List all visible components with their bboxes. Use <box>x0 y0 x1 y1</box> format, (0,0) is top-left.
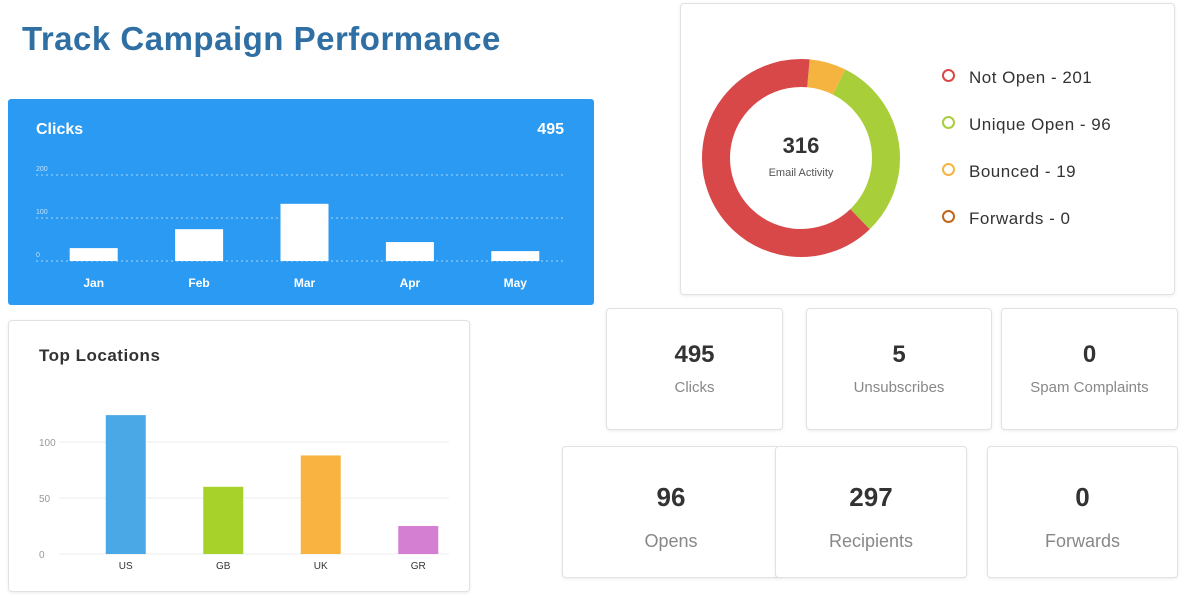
page-title: Track Campaign Performance <box>22 20 501 57</box>
stat-value: 495 <box>674 341 715 368</box>
stat-label: Forwards <box>1044 531 1120 551</box>
legend-item: Not Open - 201 <box>942 68 1092 88</box>
bar-gb <box>203 486 244 554</box>
donut-center-label: Email Activity <box>769 167 834 179</box>
stat-card-recipients: 297 Recipients <box>775 446 967 578</box>
y-tick-label: 0 <box>36 252 40 259</box>
clicks-chart: 0 100 200 Jan Feb Mar Apr May <box>36 166 563 290</box>
y-tick-label: 100 <box>39 438 56 449</box>
legend-label: Forwards - 0 <box>969 209 1071 228</box>
x-tick-label: May <box>504 276 528 290</box>
stat-card-forwards: 0 Forwards <box>987 446 1178 578</box>
donut-slice-bounced <box>806 59 846 95</box>
stat-card-opens: 96 Opens <box>562 446 780 578</box>
x-tick-label: UK <box>314 561 328 572</box>
stat-label: Spam Complaints <box>1030 379 1149 396</box>
bar-mar <box>280 203 329 261</box>
stat-card-clicks: 495 Clicks <box>606 308 783 430</box>
legend-label: Bounced - 19 <box>969 162 1077 181</box>
legend-label: Not Open - 201 <box>969 68 1093 87</box>
stat-label: Opens <box>644 531 698 551</box>
x-tick-label: Apr <box>400 276 421 290</box>
legend-label: Unique Open - 96 <box>969 115 1112 134</box>
top-locations-chart: 0 50 100 US GB UK GR <box>39 415 449 572</box>
bar-gr <box>398 526 439 554</box>
stat-label: Recipients <box>828 531 914 551</box>
x-tick-label: Mar <box>294 276 316 290</box>
bar-apr <box>385 242 434 261</box>
email-activity-card: 316 Email Activity <box>680 3 1175 295</box>
legend-item: Forwards - 0 <box>942 209 1070 229</box>
bar-jan <box>69 248 118 261</box>
donut-slice-unique-open <box>832 69 900 230</box>
bar-us <box>105 415 146 554</box>
stat-label: Unsubscribes <box>853 379 945 396</box>
stat-card-unsubscribes: 5 Unsubscribes <box>806 308 992 430</box>
email-activity-donut: 316 Email Activity <box>702 59 900 257</box>
x-tick-label: Feb <box>188 276 209 290</box>
bar-uk <box>300 455 341 554</box>
clicks-card: Clicks 495 0 100 200 Jan Feb Mar Apr May <box>8 99 594 305</box>
legend-dot-icon <box>942 116 955 129</box>
y-tick-label: 200 <box>36 166 48 173</box>
donut-center-value: 316 <box>783 133 820 158</box>
stat-card-spam-complaints: 0 Spam Complaints <box>1001 308 1178 430</box>
y-tick-label: 0 <box>39 550 45 561</box>
stat-value: 5 <box>892 341 906 368</box>
stat-label: Clicks <box>674 379 715 396</box>
stat-value: 0 <box>1075 482 1090 512</box>
top-locations-card: Top Locations 0 50 100 US GB UK GR <box>8 320 470 592</box>
legend-dot-icon <box>942 163 955 176</box>
y-tick-label: 100 <box>36 209 48 216</box>
bar-feb <box>175 229 224 261</box>
stat-value: 96 <box>656 482 686 512</box>
legend-item: Unique Open - 96 <box>942 115 1111 135</box>
y-tick-label: 50 <box>39 494 51 505</box>
donut-slice-not-open <box>702 59 870 257</box>
x-tick-label: US <box>119 561 133 572</box>
legend-item: Bounced - 19 <box>942 162 1076 182</box>
bar-may <box>491 251 540 261</box>
stat-value: 0 <box>1082 341 1097 368</box>
stat-value: 297 <box>849 482 893 512</box>
legend-dot-icon <box>942 69 955 82</box>
x-tick-label: Jan <box>83 276 104 290</box>
x-tick-label: GB <box>216 561 231 572</box>
legend-dot-icon <box>942 210 955 223</box>
x-tick-label: GR <box>411 561 426 572</box>
